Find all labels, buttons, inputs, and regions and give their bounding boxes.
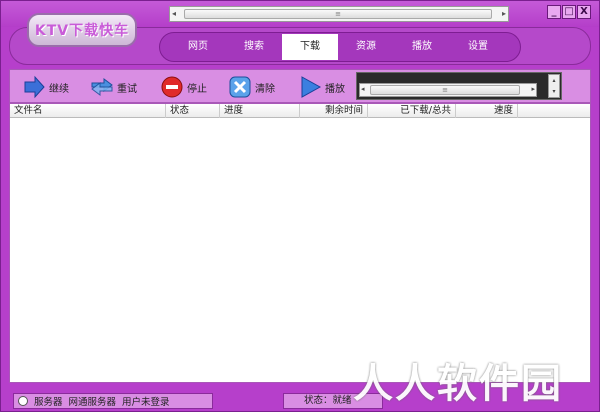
server-label: 服务器	[34, 397, 63, 408]
play-button[interactable]: 播放	[298, 74, 345, 100]
download-list: 文件名 状态 进度 剩余时间 已下载/总共 速度	[9, 103, 591, 383]
list-header: 文件名 状态 进度 剩余时间 已下载/总共 速度	[10, 104, 590, 118]
preview-vertical-scrollbar[interactable]: ▴ ▾	[548, 74, 560, 98]
arrow-right-icon	[24, 75, 45, 99]
play-label: 播放	[325, 83, 345, 95]
stop-label: 停止	[187, 83, 207, 95]
column-remaining-time[interactable]: 剩余时间	[300, 104, 368, 118]
scroll-left-icon[interactable]: ◂	[172, 9, 176, 18]
server-value[interactable]: 网通服务器	[69, 394, 117, 408]
clear-button[interactable]: 清除	[228, 74, 275, 100]
tab-resources[interactable]: 资源	[338, 33, 394, 61]
tab-play[interactable]: 播放	[394, 33, 450, 61]
close-button[interactable]: X	[577, 5, 591, 19]
toolbar: 继续 重试 停止 清除 播放 ◂ ≡ ▸ ▴ ▾	[9, 69, 591, 103]
download-preview-box: ◂ ≡ ▸ ▴ ▾	[356, 72, 562, 100]
server-icon	[18, 396, 28, 406]
tab-download[interactable]: 下载	[282, 34, 338, 60]
column-downloaded-total[interactable]: 已下载/总共	[368, 104, 456, 118]
scroll-right-icon[interactable]: ▸	[502, 9, 506, 18]
server-status: 服务器 网通服务器 用户未登录	[13, 393, 213, 409]
watermark: 人人软件园	[353, 361, 563, 407]
clear-label: 清除	[255, 83, 275, 95]
play-icon	[301, 76, 322, 98]
preview-horizontal-scrollbar[interactable]: ◂ ≡ ▸	[359, 83, 537, 97]
app-logo: KTV下载快车	[27, 13, 137, 47]
nav-tabs: 网页 搜索 下载 资源 播放 设置	[159, 32, 521, 62]
tab-web[interactable]: 网页	[170, 33, 226, 61]
tab-search[interactable]: 搜索	[226, 33, 282, 61]
clear-x-icon	[229, 76, 251, 98]
retry-label: 重试	[117, 83, 137, 95]
column-progress[interactable]: 进度	[220, 104, 300, 118]
scroll-thumb[interactable]: ≡	[184, 9, 492, 19]
continue-button[interactable]: 继续	[22, 74, 69, 100]
retry-button[interactable]: 重试	[90, 74, 137, 100]
maximize-button[interactable]: □	[562, 5, 576, 19]
continue-label: 继续	[49, 83, 69, 95]
tab-settings[interactable]: 设置	[450, 33, 506, 61]
task-status-text: 状态：就绪	[304, 395, 352, 406]
stop-button[interactable]: 停止	[160, 74, 207, 100]
preview-scroll-thumb[interactable]: ≡	[370, 85, 520, 95]
column-status[interactable]: 状态	[166, 104, 220, 118]
stop-icon	[161, 76, 183, 98]
preview-scroll-right-icon[interactable]: ▸	[531, 85, 535, 93]
login-status[interactable]: 用户未登录	[122, 394, 170, 408]
column-filename[interactable]: 文件名	[10, 104, 166, 118]
top-horizontal-scrollbar[interactable]: ◂ ≡ ▸	[169, 6, 509, 22]
preview-scroll-left-icon[interactable]: ◂	[361, 85, 365, 93]
app-window: ◂ ≡ ▸ _ □ X KTV下载快车 网页 搜索 下载 资源 播放 设置 继续	[0, 0, 600, 412]
minimize-button[interactable]: _	[547, 5, 561, 19]
refresh-arrows-icon	[91, 78, 113, 96]
column-speed[interactable]: 速度	[456, 104, 518, 118]
